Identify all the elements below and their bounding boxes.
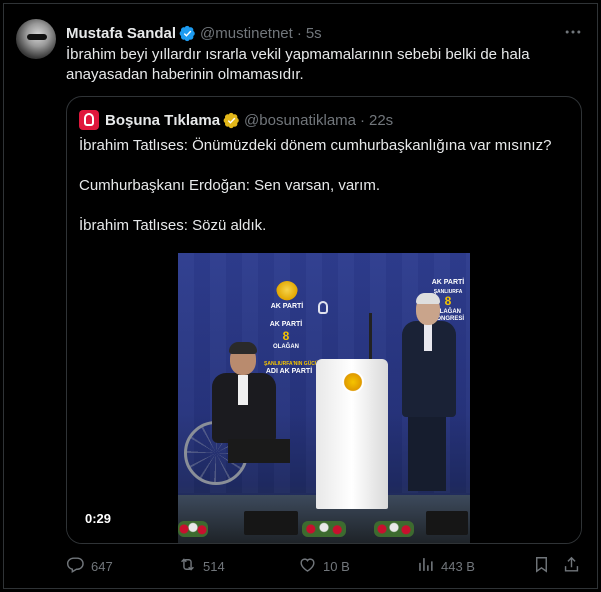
like-count: 10 B (323, 558, 350, 574)
video-frame: AK PARTİ AK PARTİ 8 OLAĞAN ŞANLIURFA'NIN… (178, 253, 470, 543)
standing-person (396, 293, 462, 495)
like-button[interactable]: 10 B (298, 556, 350, 576)
bookmark-button[interactable] (532, 556, 557, 576)
more-dots-icon[interactable] (562, 22, 584, 42)
views-icon (416, 555, 441, 577)
reply-icon (66, 555, 91, 577)
stage-brand-mid: AK PARTİ (269, 321, 303, 328)
views-count: 443 B (441, 558, 475, 574)
video-player[interactable]: AK PARTİ AK PARTİ 8 OLAĞAN ŞANLIURFA'NIN… (67, 253, 581, 543)
flower-arrangement (302, 521, 346, 537)
timestamp[interactable]: 5s (306, 25, 322, 42)
microphone-stand (369, 313, 372, 359)
quoted-tweet[interactable]: Boşuna Tıklama @bosunatiklama · 22s İbra… (66, 96, 582, 544)
reply-count: 647 (91, 558, 113, 574)
reply-button[interactable]: 647 (66, 556, 113, 576)
stage-brand-left: AK PARTİ (270, 303, 304, 310)
flower-arrangement (178, 521, 208, 537)
quote-text-line-3: İbrahim Tatlıses: Sözü aldık. (79, 217, 267, 234)
retweet-count: 514 (203, 558, 225, 574)
bookmark-icon (532, 555, 557, 577)
podium (316, 359, 388, 509)
flower-arrangement (374, 521, 414, 537)
pointer-hand-icon (84, 113, 94, 126)
stage-congress-number: 8 (282, 329, 290, 343)
author-name[interactable]: Mustafa Sandal (66, 25, 176, 42)
quote-text-line-1: İbrahim Tatlıses: Önümüzdeki dönem cumhu… (79, 137, 552, 154)
share-button[interactable] (562, 556, 587, 576)
author-handle[interactable]: @mustinetnet (200, 25, 293, 42)
share-icon (562, 555, 587, 577)
gold-verified-badge-icon (223, 112, 240, 129)
retweet-icon (178, 555, 203, 577)
views-button[interactable]: 443 B (416, 556, 475, 576)
separator: · (296, 24, 302, 42)
quote-author-name[interactable]: Boşuna Tıklama (105, 112, 220, 129)
stage-brand-right: AK PARTİ (431, 279, 465, 286)
verified-badge-icon (179, 25, 196, 42)
quote-avatar[interactable] (79, 110, 99, 130)
tweet-text: İbrahim beyi yıllardır ısrarla vekil yap… (66, 46, 530, 83)
stage-speaker (244, 511, 298, 535)
retweet-button[interactable]: 514 (178, 556, 225, 576)
action-bar: 647 514 10 B 443 B (66, 556, 586, 576)
heart-icon (298, 555, 323, 577)
video-duration: 0:29 (79, 509, 118, 528)
author-avatar[interactable] (16, 19, 56, 59)
seated-person (198, 342, 290, 495)
quote-text-line-2: Cumhurbaşkanı Erdoğan: Sen varsan, varım… (79, 177, 380, 194)
tweet-header: Mustafa Sandal @mustinetnet · 5s (66, 24, 322, 42)
quote-separator: · (360, 111, 365, 129)
quote-timestamp: 22s (369, 111, 394, 129)
pointer-hand-icon (318, 301, 328, 314)
quote-header: Boşuna Tıklama @bosunatiklama · 22s (79, 110, 393, 130)
stage-speaker (426, 511, 468, 535)
party-logo-icon (276, 281, 298, 303)
quote-author-handle: @bosunatiklama (244, 111, 356, 129)
